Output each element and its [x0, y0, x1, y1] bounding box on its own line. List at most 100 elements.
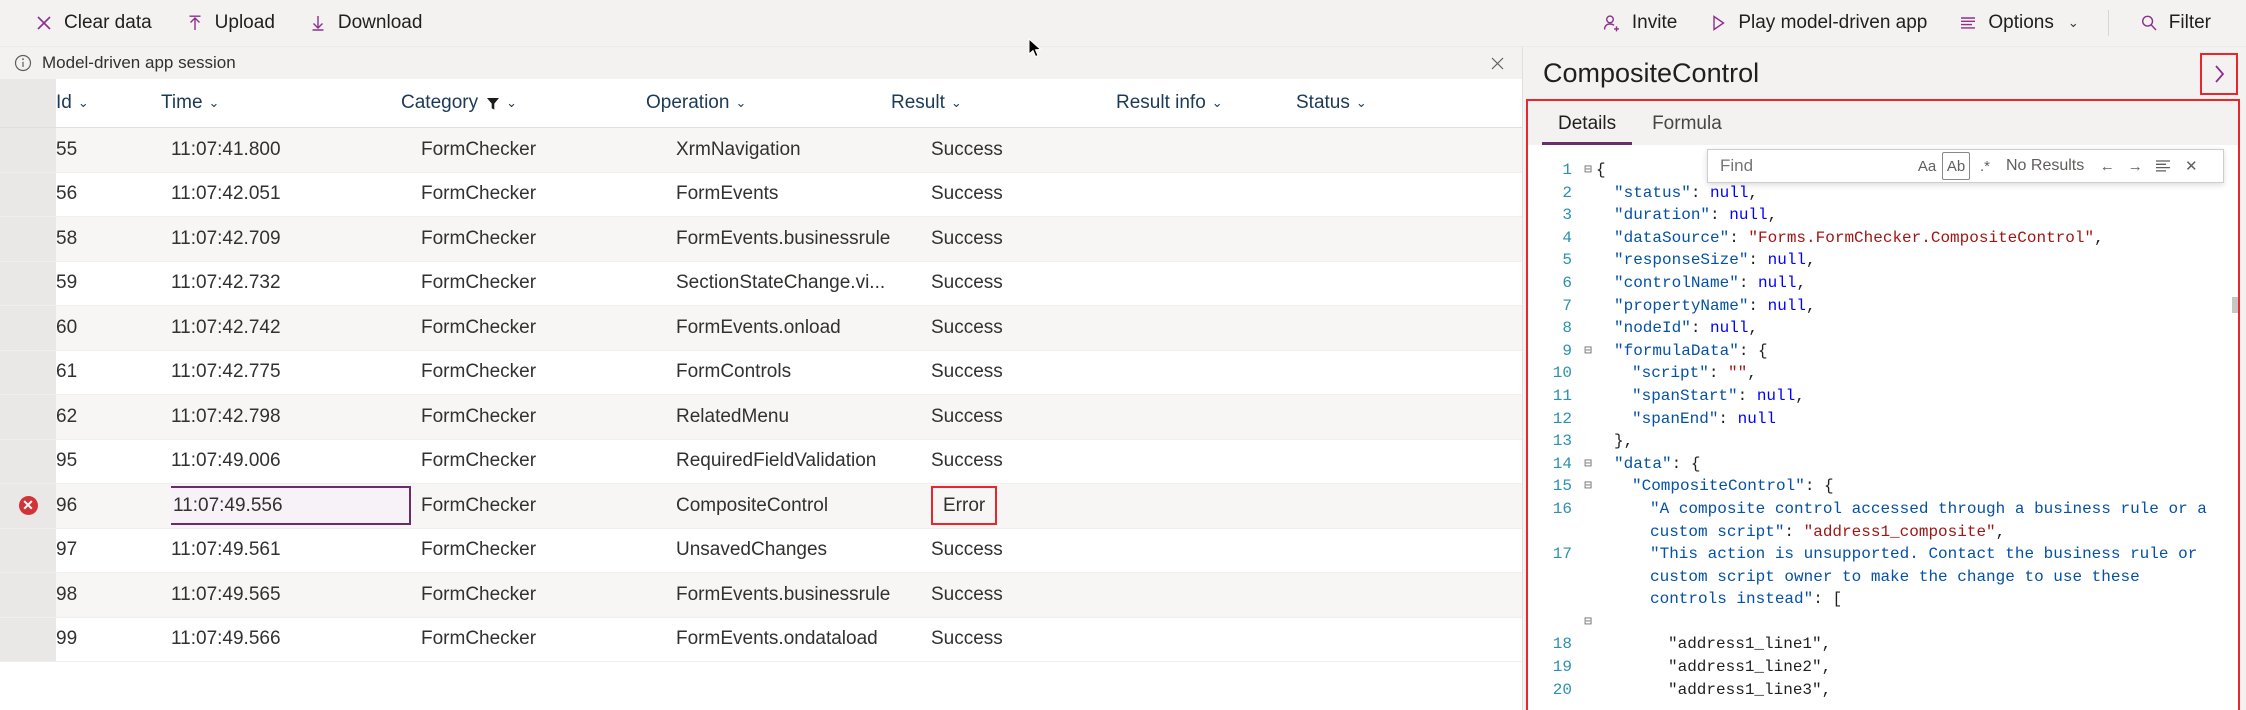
- code-line-text: },: [1614, 432, 1634, 451]
- code-line: 19 "address1_line2",: [1528, 656, 2238, 679]
- code-line: 6 "controlName": null,: [1528, 272, 2238, 295]
- cell-result: Success: [931, 227, 1003, 249]
- download-button[interactable]: Download: [294, 6, 436, 40]
- column-header-time[interactable]: Time ⌄: [161, 92, 401, 114]
- details-tabs: Details Formula: [1528, 101, 2238, 145]
- upload-button[interactable]: Upload: [171, 6, 288, 40]
- find-previous-icon[interactable]: ←: [2094, 153, 2120, 179]
- cell-time: 11:07:42.742: [171, 316, 281, 338]
- cell-category: FormChecker: [421, 405, 537, 427]
- column-header-category[interactable]: Category ⌄: [401, 92, 646, 114]
- clear-data-button[interactable]: Clear data: [20, 6, 165, 40]
- cell-category: FormChecker: [421, 494, 537, 516]
- monitor-app-window: Clear data Upload Download Invite Play m…: [0, 0, 2246, 710]
- code-line: 5 "responseSize": null,: [1528, 249, 2238, 272]
- cell-id: 59: [56, 272, 78, 294]
- find-next-icon[interactable]: →: [2122, 153, 2148, 179]
- cell-id: 99: [56, 628, 78, 650]
- column-header-result-label: Result: [891, 92, 945, 113]
- chevron-down-icon: ⌄: [77, 95, 89, 110]
- code-line: 2 "status": null,: [1528, 182, 2238, 205]
- tab-formula[interactable]: Formula: [1636, 104, 1738, 145]
- column-header-status[interactable]: Status ⌄: [1296, 92, 1456, 114]
- cell-category: FormChecker: [421, 183, 537, 205]
- use-regex-icon[interactable]: .*: [1972, 153, 1998, 179]
- column-header-result[interactable]: Result ⌄: [891, 92, 1116, 114]
- cell-time: 11:07:49.566: [171, 628, 281, 650]
- code-line-number: 6: [1562, 273, 1572, 292]
- code-line: 13},: [1528, 430, 2238, 453]
- code-line: 15 ⊟ "CompositeControl": {: [1528, 475, 2238, 498]
- cell-operation: FormEvents.ondataload: [676, 628, 878, 650]
- cell-operation: FormEvents: [676, 183, 779, 205]
- details-header: CompositeControl: [1523, 47, 2246, 99]
- toolbar-left-group: Clear data Upload Download: [0, 6, 435, 40]
- table-row[interactable]: 98 11:07:49.565 FormChecker FormEvents.busi…: [0, 573, 1522, 618]
- find-close-icon[interactable]: ✕: [2178, 153, 2204, 179]
- find-input[interactable]: [1714, 155, 1912, 177]
- column-header-result-info[interactable]: Result info ⌄: [1116, 92, 1296, 114]
- code-fold-toggle-icon[interactable]: ⊟: [1580, 453, 1596, 476]
- table-row[interactable]: 97 11:07:49.561 FormChecker UnsavedChanges S…: [0, 528, 1522, 573]
- cell-id: 55: [56, 138, 78, 160]
- table-row[interactable]: 55 11:07:41.800 FormChecker XrmNavigation Su…: [0, 128, 1522, 173]
- download-arrow-icon: [307, 12, 329, 34]
- table-row[interactable]: 61 11:07:42.775 FormChecker FormControls Suc…: [0, 350, 1522, 395]
- chevron-right-icon[interactable]: [2200, 53, 2238, 95]
- code-line-text: "This action is unsupported. Contact the…: [1650, 545, 2207, 609]
- play-model-driven-app-button[interactable]: Play model-driven app: [1694, 6, 1940, 40]
- grid-header-row: Id ⌄ Time ⌄ Category ⌄ Operation ⌄ Resul…: [0, 79, 1522, 128]
- code-line-number: 15: [1552, 477, 1572, 496]
- match-whole-word-icon[interactable]: Ab: [1942, 152, 1970, 180]
- code-line-number: 1: [1562, 161, 1572, 179]
- chevron-down-icon: ⌄: [1211, 95, 1223, 110]
- find-in-selection-icon[interactable]: [2150, 153, 2176, 179]
- cell-operation: FormEvents.onload: [676, 316, 841, 338]
- code-fold-toggle-icon[interactable]: ⊟: [1580, 159, 1596, 182]
- invite-button[interactable]: Invite: [1588, 6, 1690, 40]
- options-button[interactable]: Options ⌄: [1944, 6, 2091, 40]
- cell-time: 11:07:42.709: [171, 227, 281, 249]
- code-fold-toggle-icon[interactable]: ⊟: [1580, 611, 1596, 634]
- table-row[interactable]: 95 11:07:49.006 FormChecker RequiredFieldVa…: [0, 439, 1522, 484]
- code-line-text: {: [1596, 161, 1606, 179]
- code-line-number: 9: [1562, 341, 1572, 360]
- match-case-icon[interactable]: Aa: [1914, 153, 1940, 179]
- table-row[interactable]: 62 11:07:42.798 FormChecker RelatedMenu Succ…: [0, 395, 1522, 440]
- cell-result: Success: [931, 316, 1003, 338]
- table-row[interactable]: 58 11:07:42.709 FormChecker FormEvents.busi…: [0, 217, 1522, 262]
- details-pane: CompositeControl Details Formula Aa: [1523, 47, 2246, 710]
- table-row[interactable]: ✕ 96 11:07:49.556 FormChecker CompositeContr…: [0, 484, 1522, 529]
- close-x-icon: [33, 12, 55, 34]
- code-line-number: 4: [1562, 228, 1572, 247]
- cell-operation: FormEvents.businessrule: [676, 583, 891, 605]
- table-row[interactable]: 56 11:07:42.051 FormChecker FormEvents Succe…: [0, 172, 1522, 217]
- filter-button[interactable]: Filter: [2125, 6, 2224, 40]
- details-body: Details Formula Aa Ab .* No Results ← →: [1526, 99, 2240, 710]
- session-close-icon[interactable]: [1488, 54, 1506, 72]
- column-header-id[interactable]: Id ⌄: [56, 92, 161, 114]
- upload-arrow-icon: [184, 12, 206, 34]
- code-line-number: 19: [1552, 658, 1572, 677]
- chevron-down-icon: ⌄: [208, 95, 220, 110]
- cell-time-highlight[interactable]: 11:07:49.556: [171, 486, 411, 526]
- code-scrollbar-thumb[interactable]: [2232, 297, 2238, 313]
- row-status-gutter: [0, 172, 56, 216]
- toolbar-right-group: Invite Play model-driven app Options ⌄ F…: [1588, 6, 2246, 40]
- column-header-status-label: Status: [1296, 92, 1350, 113]
- column-header-operation[interactable]: Operation ⌄: [646, 92, 891, 114]
- filter-label: Filter: [2168, 12, 2211, 33]
- cell-time: 11:07:41.800: [171, 138, 281, 160]
- code-fold-toggle-icon[interactable]: ⊟: [1580, 475, 1596, 498]
- table-row[interactable]: 60 11:07:42.742 FormChecker FormEvents.onlo…: [0, 306, 1522, 351]
- cell-result-highlight[interactable]: Error: [931, 486, 998, 526]
- tab-details[interactable]: Details: [1542, 104, 1633, 145]
- event-grid-pane: Model-driven app session Id ⌄ Time ⌄ Cat…: [0, 47, 1523, 710]
- code-fold-toggle-icon[interactable]: ⊟: [1580, 340, 1596, 363]
- workspace-split: Model-driven app session Id ⌄ Time ⌄ Cat…: [0, 37, 2246, 710]
- table-row[interactable]: 99 11:07:49.566 FormChecker FormEvents.onda…: [0, 617, 1522, 662]
- options-label: Options: [1988, 12, 2054, 33]
- code-line: 4 "dataSource": "Forms.FormChecker.Compos…: [1528, 227, 2238, 250]
- table-row[interactable]: 59 11:07:42.732 FormChecker SectionStateCha…: [0, 261, 1522, 306]
- json-code-viewer[interactable]: 1 ⊟{2 "status": null, 3 "duration": null, 4 "d…: [1528, 145, 2238, 710]
